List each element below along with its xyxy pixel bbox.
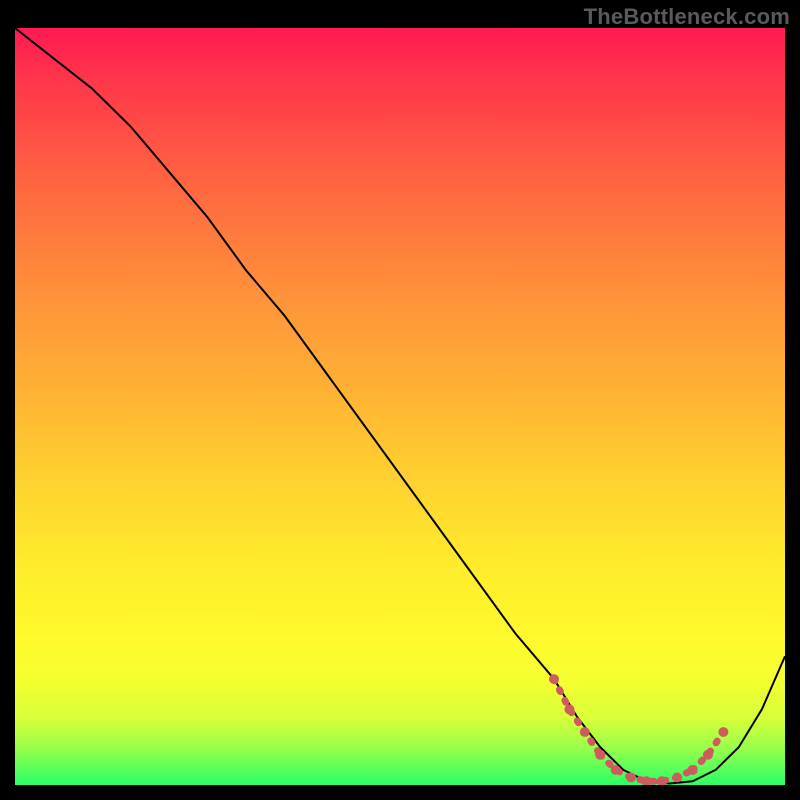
bottleneck-curve-path	[15, 28, 785, 783]
chart-frame: TheBottleneck.com	[0, 0, 800, 800]
watermark-text: TheBottleneck.com	[584, 4, 790, 30]
chart-svg	[15, 28, 785, 785]
plot-area	[15, 28, 785, 785]
optimal-band-right-path	[693, 732, 724, 770]
series-group	[15, 28, 785, 785]
